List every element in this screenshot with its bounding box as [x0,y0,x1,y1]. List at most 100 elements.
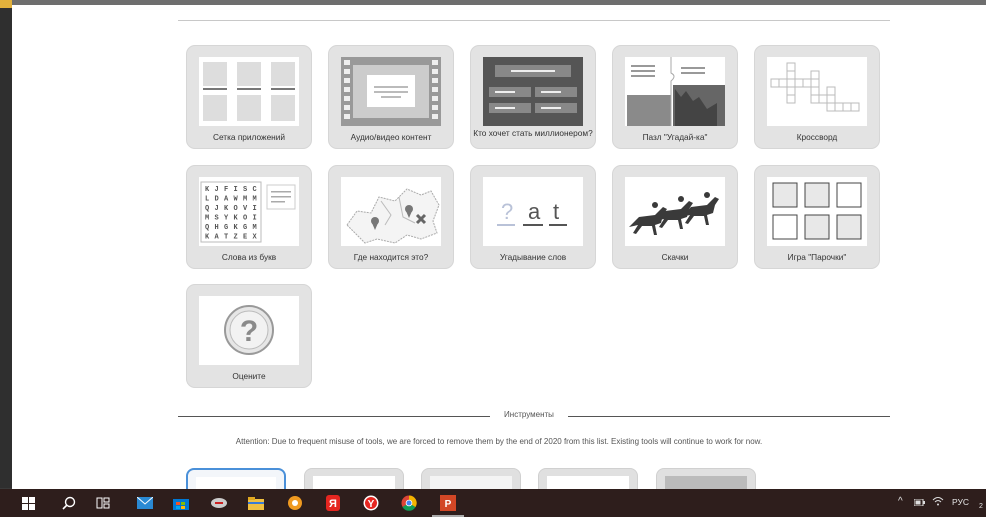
grid-letter: M [243,196,247,204]
grid-letter: M [205,215,209,223]
battery-icon[interactable] [913,498,925,508]
crossword-icon [767,57,867,126]
grid-letter: G [243,224,247,232]
clock[interactable]: 2 [979,503,983,510]
grid-letter: T [224,234,228,242]
guess-letter-a: a [528,199,541,224]
grid-letter: O [234,205,238,213]
grid-letter: J [215,186,219,194]
app-tile-label: Оцените [232,370,266,381]
svg-text:Я: Я [329,498,337,510]
explorer-icon[interactable] [248,495,264,511]
grid-letter: A [224,196,229,204]
tool-tile[interactable] [186,468,286,489]
tool-thumbnail [547,476,629,489]
puzzle-icon [625,57,725,126]
search-icon[interactable] [61,495,77,511]
word-grid-icon: KJFISCLDAWMMQJKOVIMSYKOIQHGKGMKATZEX [199,177,299,246]
tool-tile[interactable] [656,468,756,489]
grid-letter: Q [205,224,209,232]
map-pin-icon [341,177,441,246]
app-page: Сетка приложений Аудио/видео контент Кто… [12,5,986,489]
guess-letter-t: t [553,199,559,224]
store-icon[interactable] [173,495,189,511]
app-tile-pairs[interactable]: Игра "Парочки" [754,165,880,269]
tool-tile[interactable] [421,468,521,489]
tools-heading: Инструменты [504,410,554,419]
grid-letter: V [243,205,248,213]
task-view-icon[interactable] [95,495,111,511]
question-icon: ? [199,296,299,365]
powerpoint-icon[interactable]: P [440,495,456,511]
app-tile-where-is[interactable]: Где находится это? [328,165,454,269]
windows-start-icon[interactable] [20,495,36,511]
yandex-browser-icon[interactable]: Я [325,495,341,511]
grid-letter: H [215,224,219,232]
grid-letter: M [253,224,257,232]
quiz-icon [483,57,583,126]
grid-letter: L [205,196,209,204]
grid-letter: S [215,215,219,223]
svg-text:Y: Y [368,499,375,510]
grid-letter: S [243,186,247,194]
app-tile-label: Где находится это? [353,251,429,262]
app-tile-grid[interactable]: Сетка приложений [186,45,312,149]
app-tile-crossword[interactable]: Кроссворд [754,45,880,149]
app-tile-label: Скачки [661,251,689,262]
yandex-icon[interactable]: Y [363,495,379,511]
grid-letter: K [205,234,210,242]
app-tile-label: Угадывание слов [499,251,567,262]
tool-tile[interactable] [304,468,404,489]
app-tile-label: Пазл "Угадай-ка" [642,131,708,142]
tools-divider-right [568,416,890,417]
horse-race-icon [625,177,725,246]
mail-icon[interactable] [137,495,153,511]
app-tile-puzzle[interactable]: Пазл "Угадай-ка" [612,45,738,149]
taskbar: Я Y P ^ РУС 2 [0,489,986,517]
grid-letter: O [243,215,247,223]
tools-divider-left [178,416,490,417]
grid-letter: W [234,196,239,204]
tool-thumbnail [430,476,512,489]
app-tile-millionaire[interactable]: Кто хочет стать миллионером? [470,45,596,149]
grid-letter: E [243,234,247,242]
film-icon [341,57,441,126]
grid-icon [199,57,299,126]
word-guess-icon: ? a t [483,177,583,246]
game-icon[interactable] [211,495,227,511]
app-tile-label: Сетка приложений [212,131,286,142]
grid-letter: X [253,234,258,242]
grid-letter: A [215,234,220,242]
chrome-icon[interactable] [401,495,417,511]
tool-thumbnail [313,476,395,489]
input-language[interactable]: РУС [952,497,969,507]
app-tile-audio-video[interactable]: Аудио/видео контент [328,45,454,149]
grid-letter: I [234,186,238,194]
app-tile-races[interactable]: Скачки [612,165,738,269]
grid-letter: C [253,186,257,194]
grid-letter: Q [205,205,209,213]
app-tile-word-guess[interactable]: ? a t Угадывание слов [470,165,596,269]
app-tile-label: Кто хочет стать миллионером? [473,127,593,138]
grid-letter: Y [224,215,229,223]
settings-icon[interactable] [287,495,303,511]
grid-letter: Z [234,234,238,242]
svg-text:?: ? [240,315,258,348]
grid-letter: D [215,196,219,204]
app-tile-label: Игра "Парочки" [787,251,847,262]
grid-letter: J [215,205,219,213]
tool-thumbnail [665,476,747,489]
grid-letter: K [234,224,239,232]
svg-text:P: P [445,499,452,510]
top-divider [178,20,890,21]
grid-letter: K [234,215,239,223]
tool-tile[interactable] [538,468,638,489]
app-tile-letter-words[interactable]: KJFISCLDAWMMQJKOVIMSYKOIQHGKGMKATZEX Сло… [186,165,312,269]
app-tile-label: Кроссворд [796,131,838,142]
grid-letter: I [253,205,257,213]
chevron-up-icon[interactable]: ^ [898,496,903,507]
wifi-icon[interactable] [932,496,944,508]
grid-letter: G [224,224,228,232]
attention-notice: Attention: Due to frequent misuse of too… [235,437,763,446]
app-tile-rate[interactable]: ? Оцените [186,284,312,388]
